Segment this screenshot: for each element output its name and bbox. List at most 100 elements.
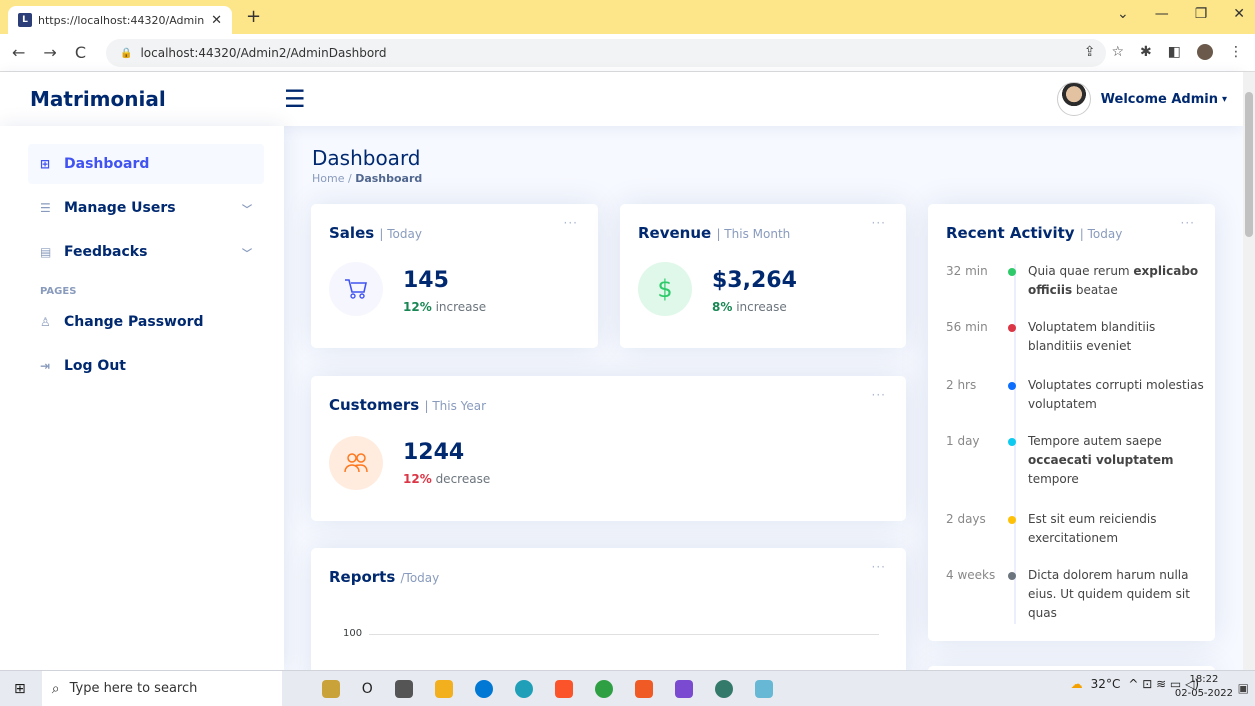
window-controls: ⌄ — ❐ ✕: [1117, 6, 1245, 22]
search-icon: ⌕: [51, 680, 60, 697]
activity-time: 1 day: [946, 434, 980, 448]
windows-start-icon[interactable]: ⊞: [14, 681, 26, 697]
card-title: Revenue | This Month: [638, 224, 790, 242]
card-period: | This Year: [424, 399, 487, 413]
clock-time: 18:22: [1189, 674, 1219, 685]
more-options-icon[interactable]: ···: [564, 216, 578, 230]
visual-studio-icon[interactable]: [674, 679, 693, 698]
card-title: Customers | This Year: [329, 396, 486, 414]
breadcrumb: Home / Dashboard: [312, 172, 422, 185]
revenue-delta: 8% increase: [712, 300, 787, 314]
chevron-down-icon: ﹀: [242, 204, 252, 216]
lock-icon: 🔒: [120, 47, 133, 59]
edge-icon[interactable]: [514, 679, 533, 698]
chrome-profile-icon[interactable]: [714, 679, 733, 698]
widgets-icon[interactable]: [321, 679, 340, 698]
sidebar-item-label: Log Out: [64, 358, 126, 374]
card-title-text: Revenue: [638, 224, 712, 242]
chevron-down-icon: ﹀: [242, 248, 252, 260]
bookmark-star-icon[interactable]: ☆: [1111, 44, 1124, 60]
menu-button-icon: ☰: [40, 201, 51, 215]
news-icon[interactable]: [394, 679, 413, 698]
more-options-icon[interactable]: ···: [1181, 216, 1195, 230]
extensions-icon[interactable]: ✱: [1140, 44, 1152, 60]
card-period: /Today: [400, 571, 440, 585]
windows-taskbar: ⊞ ⌕ Type here to search O ☁ 32°C ^ ⊡ ≋ ▭…: [0, 670, 1255, 706]
sales-delta-text: increase: [435, 300, 487, 314]
new-tab-button[interactable]: +: [246, 6, 261, 27]
sidebar-item-change-password[interactable]: ♙ Change Password: [28, 302, 264, 342]
currency-dollar-icon: $: [638, 262, 692, 316]
sales-card: ··· Sales | Today 145 12% increase: [311, 204, 598, 348]
file-explorer-icon[interactable]: [434, 679, 453, 698]
task-view-icon[interactable]: O: [362, 681, 373, 697]
profile-dropdown[interactable]: Welcome Admin ▾: [1056, 82, 1227, 116]
sidebar-item-feedbacks[interactable]: ▤ Feedbacks ﹀: [28, 232, 264, 272]
activity-item: 2 hrs Voluptates corrupti molestias volup…: [946, 376, 1206, 414]
weather-temp[interactable]: 32°C: [1091, 677, 1121, 691]
sales-pct: 12%: [403, 300, 432, 314]
restore-button[interactable]: ❐: [1195, 6, 1208, 22]
activity-dot-icon: [1008, 324, 1016, 332]
activity-text-bold: occaecati voluptatem: [1028, 453, 1174, 467]
tab-close-icon[interactable]: ✕: [211, 13, 222, 28]
address-bar-row: ← → C 🔒 localhost:44320/Admin2/AdminDash…: [0, 34, 1255, 72]
forward-button[interactable]: →: [43, 43, 56, 62]
notification-icon[interactable]: ▣: [1238, 681, 1249, 695]
share-icon[interactable]: ⇪: [1084, 44, 1096, 60]
snipping-tool-icon[interactable]: [754, 679, 773, 698]
profile-avatar-icon[interactable]: [1197, 44, 1213, 60]
activity-time: 2 hrs: [946, 378, 977, 392]
breadcrumb-current: Dashboard: [355, 172, 423, 185]
scrollbar-thumb[interactable]: [1245, 92, 1253, 237]
activity-text: Dicta dolorem harum nulla eius. Ut quide…: [1028, 566, 1206, 623]
activity-item: 4 weeks Dicta dolorem harum nulla eius. U…: [946, 566, 1206, 623]
sidebar-item-log-out[interactable]: ⇥ Log Out: [28, 346, 264, 386]
url-field[interactable]: 🔒 localhost:44320/Admin2/AdminDashbord: [106, 39, 1106, 67]
breadcrumb-separator: /: [344, 172, 356, 185]
sidebar-item-label: Dashboard: [64, 156, 150, 172]
skype-icon[interactable]: [474, 679, 493, 698]
activity-item: 2 days Est sit eum reiciendis exercitatio…: [946, 510, 1206, 548]
sublime-icon[interactable]: [634, 679, 653, 698]
more-options-icon[interactable]: ···: [872, 560, 886, 574]
browser-menu-icon[interactable]: ⋮: [1229, 44, 1243, 60]
more-options-icon[interactable]: ···: [872, 388, 886, 402]
breadcrumb-home[interactable]: Home: [312, 172, 344, 185]
sidebar-item-dashboard[interactable]: ⊞ Dashboard: [28, 144, 264, 184]
activity-text-pre: Est sit eum reiciendis exercitationem: [1028, 512, 1157, 545]
back-button[interactable]: ←: [12, 43, 25, 62]
card-period: | This Month: [716, 227, 791, 241]
customers-delta-text: decrease: [435, 472, 491, 486]
brave-icon[interactable]: [554, 679, 573, 698]
chrome-icon[interactable]: [594, 679, 613, 698]
sidebar-item-manage-users[interactable]: ☰ Manage Users ﹀: [28, 188, 264, 228]
toggle-sidebar-icon[interactable]: ☰: [284, 85, 306, 113]
clock[interactable]: 18:22 02-05-2022: [1175, 673, 1233, 701]
browser-tab[interactable]: L https://localhost:44320/Admin2/ ✕: [8, 6, 232, 34]
nav-buttons: ← → C: [12, 43, 86, 62]
activity-text-pre: Dicta dolorem harum nulla eius. Ut quide…: [1028, 568, 1190, 620]
reports-card: ··· Reports /Today 100: [311, 548, 906, 688]
activity-item: 56 min Voluptatem blanditiis blanditiis e…: [946, 318, 1206, 356]
activity-text: Voluptates corrupti molestias voluptatem: [1028, 376, 1206, 414]
url-text: localhost:44320/Admin2/AdminDashbord: [140, 46, 387, 60]
more-options-icon[interactable]: ···: [872, 216, 886, 230]
app-logo[interactable]: Matrimonial: [30, 87, 280, 111]
sidebar: ⊞ Dashboard ☰ Manage Users ﹀ ▤ Feedbacks…: [0, 126, 284, 670]
recent-activity-card: ··· Recent Activity | Today 32 min Quia q…: [928, 204, 1215, 641]
side-panel-icon[interactable]: ◧: [1168, 44, 1181, 60]
taskbar-search[interactable]: ⌕ Type here to search: [41, 670, 282, 706]
tab-search-icon[interactable]: ⌄: [1117, 6, 1129, 22]
page-scrollbar[interactable]: [1243, 72, 1255, 670]
search-placeholder: Type here to search: [69, 681, 198, 696]
reload-button[interactable]: C: [75, 43, 86, 62]
card-title: Recent Activity | Today: [946, 224, 1122, 242]
journal-icon: ▤: [40, 245, 52, 259]
caret-down-icon: ▾: [1221, 93, 1227, 105]
close-window-button[interactable]: ✕: [1233, 6, 1245, 22]
card-title-text: Reports: [329, 568, 396, 586]
activity-dot-icon: [1008, 382, 1016, 390]
minimize-button[interactable]: —: [1155, 6, 1169, 22]
activity-dot-icon: [1008, 438, 1016, 446]
